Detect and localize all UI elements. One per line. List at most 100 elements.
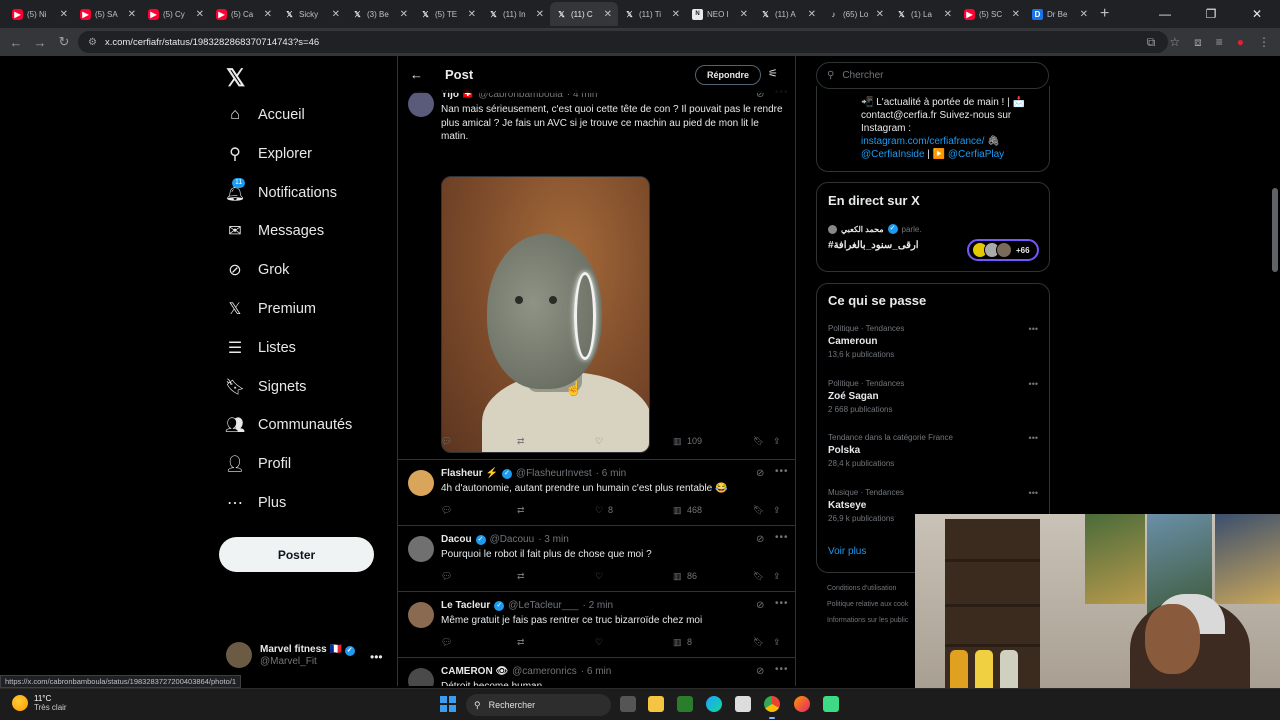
reply-icon[interactable]: 💬︎ — [441, 505, 452, 516]
live-on-x-card[interactable]: En direct sur X محمد الكعبي ✓ parle. #ار… — [816, 182, 1050, 272]
account-switcher[interactable]: Marvel fitness 🇫🇷 ✓ @Marvel_Fit — [226, 642, 355, 668]
like-icon[interactable]: ♡ — [595, 571, 603, 582]
bookmark-icon[interactable]: 🔖︎ — [753, 436, 764, 447]
share-icon[interactable]: ⇪ — [773, 505, 781, 516]
restore-icon[interactable]: ❐ — [1188, 0, 1234, 28]
author-handle[interactable]: @cameronrics — [512, 666, 577, 677]
grok-explain-icon[interactable]: ⊘ — [756, 534, 764, 545]
site-info-icon[interactable]: ⚙ — [88, 37, 97, 48]
sort-replies-icon[interactable]: ⚟ — [768, 67, 778, 80]
tab-close-icon[interactable]: ✕ — [400, 9, 408, 20]
author-name[interactable]: Flasheur ⚡ — [441, 468, 498, 479]
browser-tab[interactable]: ▶ (5) Ni ✕ — [6, 2, 74, 26]
grok-explain-icon[interactable]: ⊘ — [756, 468, 764, 479]
store-icon[interactable] — [735, 696, 751, 712]
post-button[interactable]: Poster — [219, 537, 374, 572]
more-icon[interactable]: ••• — [775, 598, 789, 609]
retweet-icon[interactable]: ⇄ — [517, 637, 525, 648]
xbox-icon[interactable] — [677, 696, 693, 712]
tab-close-icon[interactable]: ✕ — [196, 9, 204, 20]
browser-tab[interactable]: 𝕏 (3) Be ✕ — [346, 2, 414, 26]
avatar[interactable] — [408, 91, 434, 117]
more-icon[interactable]: ••• — [775, 532, 789, 543]
tab-close-icon[interactable]: ✕ — [332, 9, 340, 20]
search-input[interactable]: ⚲ Chercher — [816, 62, 1049, 89]
nav-item-listes[interactable]: ☰ Listes — [226, 339, 296, 357]
see-more-link[interactable]: Voir plus — [828, 546, 866, 557]
tab-close-icon[interactable]: ✕ — [128, 9, 136, 20]
avatar[interactable] — [408, 668, 434, 686]
views-icon[interactable]: ▥ — [673, 436, 682, 447]
author-handle[interactable]: @FlasheurInvest — [516, 468, 592, 479]
edge-icon[interactable] — [706, 696, 722, 712]
nav-item-signets[interactable]: 🔖︎ Signets — [225, 378, 307, 396]
browser-tab[interactable]: N NEO I ✕ — [686, 2, 754, 26]
tab-close-icon[interactable]: ✕ — [468, 9, 476, 20]
address-bar[interactable]: ⚙ x.com/cerfiafr/status/1983282868370714… — [78, 31, 1168, 53]
firefox-icon[interactable] — [794, 696, 810, 712]
app-icon[interactable] — [823, 696, 839, 712]
more-icon[interactable]: ••• — [1029, 433, 1038, 443]
tab-close-icon[interactable]: ✕ — [1080, 9, 1088, 20]
more-icon[interactable]: ••• — [1029, 324, 1038, 334]
trend-item[interactable]: Tendance dans la catégorie France Polska 2… — [828, 433, 1038, 468]
nav-item-communauts[interactable]: 👥︎ Communautés — [225, 416, 352, 434]
tab-close-icon[interactable]: ✕ — [672, 9, 680, 20]
tab-close-icon[interactable]: ✕ — [944, 9, 952, 20]
reading-list-icon[interactable]: ≡ — [1216, 35, 1223, 49]
cerfia-inside-link[interactable]: @CerfiaInside — [861, 149, 925, 160]
back-icon[interactable]: ← — [4, 35, 28, 50]
tab-close-icon[interactable]: ✕ — [264, 9, 272, 20]
reply-tweet[interactable]: Flasheur ⚡ ✓ @FlasheurInvest · 6 min ⊘ ••• 4h … — [398, 460, 795, 526]
browser-tab[interactable]: ▶ (5) SA ✕ — [74, 2, 142, 26]
x-logo-icon[interactable]: 𝕏 — [226, 64, 245, 93]
scrollbar-thumb[interactable] — [1272, 188, 1278, 272]
like-icon[interactable]: ♡ — [595, 436, 603, 447]
browser-tab[interactable]: 𝕏 Sicky ✕ — [278, 2, 346, 26]
browser-tab[interactable]: ♪ (65) Lo ✕ — [822, 2, 890, 26]
account-more-icon[interactable]: ••• — [370, 650, 383, 664]
author-name[interactable]: Dacou — [441, 534, 472, 545]
browser-tab[interactable]: 𝕏 (1) La ✕ — [890, 2, 958, 26]
weather-widget[interactable]: 11°C Très clair — [12, 694, 67, 712]
minimize-icon[interactable]: — — [1142, 0, 1188, 28]
browser-tab[interactable]: 𝕏 (11) Ti ✕ — [618, 2, 686, 26]
profile-avatar-icon[interactable]: ● — [1237, 35, 1244, 49]
reply-tweet[interactable]: CAMERON 👁 @cameronrics · 6 min ⊘ ••• Détroit … — [398, 658, 795, 686]
reply-icon[interactable]: 💬︎ — [441, 637, 452, 648]
nav-item-grok[interactable]: ⊘ Grok — [226, 261, 289, 279]
browser-tab[interactable]: 𝕏 (5) TE ✕ — [414, 2, 482, 26]
install-app-icon[interactable]: ⧉ — [1147, 35, 1156, 50]
tab-close-icon[interactable]: ✕ — [604, 9, 612, 20]
retweet-icon[interactable]: ⇄ — [517, 571, 525, 582]
avatar[interactable] — [408, 536, 434, 562]
new-tab-icon[interactable]: + — [1100, 5, 1109, 23]
menu-kebab-icon[interactable]: ⋮ — [1258, 35, 1270, 49]
grok-explain-icon[interactable]: ⊘ — [756, 666, 764, 677]
browser-tab[interactable]: ▶ (5) Cy ✕ — [142, 2, 210, 26]
avatar[interactable] — [408, 602, 434, 628]
reply-icon[interactable]: 💬︎ — [441, 436, 452, 447]
browser-tab[interactable]: ▶ (5) SC ✕ — [958, 2, 1026, 26]
live-listeners-pill[interactable]: +66 — [967, 239, 1039, 261]
task-view-icon[interactable] — [620, 696, 636, 712]
reply-tweet[interactable]: Le Tacleur ✓ @LeTacleur___ · 2 min ⊘ ••• Même … — [398, 592, 795, 658]
tweet-time[interactable]: · 6 min — [581, 666, 612, 677]
tab-close-icon[interactable]: ✕ — [876, 9, 884, 20]
grok-explain-icon[interactable]: ⊘ — [756, 600, 764, 611]
avatar[interactable] — [408, 470, 434, 496]
taskbar-search[interactable]: ⚲ Rechercher — [466, 694, 611, 716]
footer-link[interactable]: Conditions d'utilisation — [827, 581, 908, 597]
views-icon[interactable]: ▥ — [673, 637, 682, 648]
nav-item-accueil[interactable]: ⌂ Accueil — [226, 106, 305, 124]
tweet-image[interactable] — [441, 176, 650, 453]
tab-close-icon[interactable]: ✕ — [1012, 9, 1020, 20]
like-icon[interactable]: ♡ — [595, 637, 603, 648]
close-window-icon[interactable]: ✕ — [1234, 0, 1280, 28]
author-handle[interactable]: @Dacouu — [490, 534, 535, 545]
nav-item-notifications[interactable]: 🔔︎ 11 Notifications — [225, 177, 337, 202]
author-handle[interactable]: @LeTacleur___ — [508, 600, 578, 611]
reply-tweet[interactable]: Yijo 🇨🇭@cabronbamboula· 4 min⊘•••Nan mai… — [398, 81, 795, 460]
author-name[interactable]: CAMERON 👁 — [441, 666, 508, 677]
more-icon[interactable]: ••• — [775, 664, 789, 675]
